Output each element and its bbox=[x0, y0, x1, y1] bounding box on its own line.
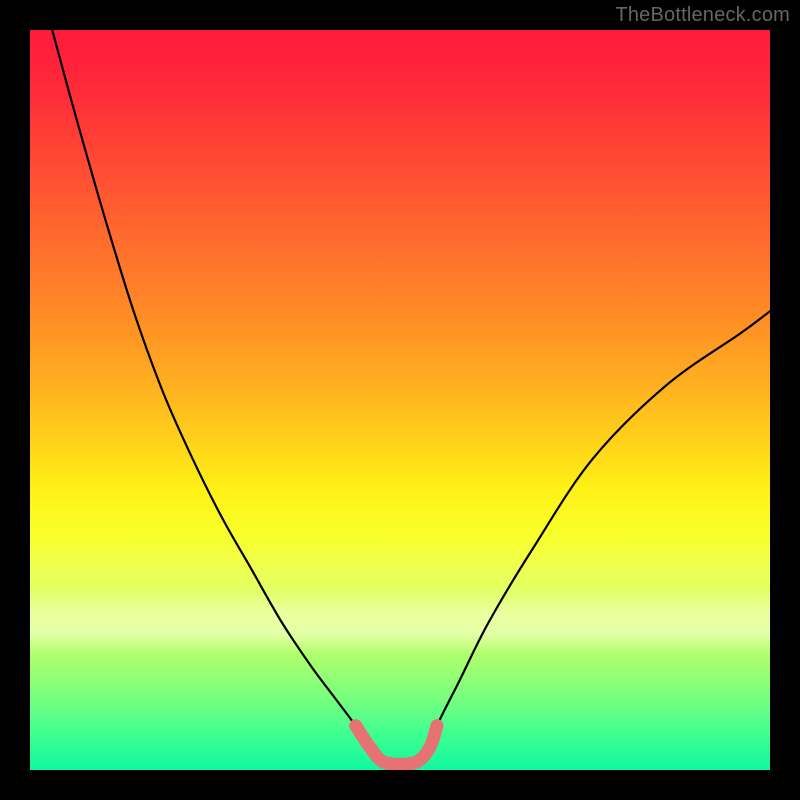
pink-notch-path bbox=[356, 726, 437, 765]
chart-frame: TheBottleneck.com bbox=[0, 0, 800, 800]
plot-area bbox=[30, 30, 770, 770]
black-curve-path bbox=[52, 30, 770, 764]
curve-layer bbox=[30, 30, 770, 770]
watermark-text: TheBottleneck.com bbox=[615, 4, 790, 27]
